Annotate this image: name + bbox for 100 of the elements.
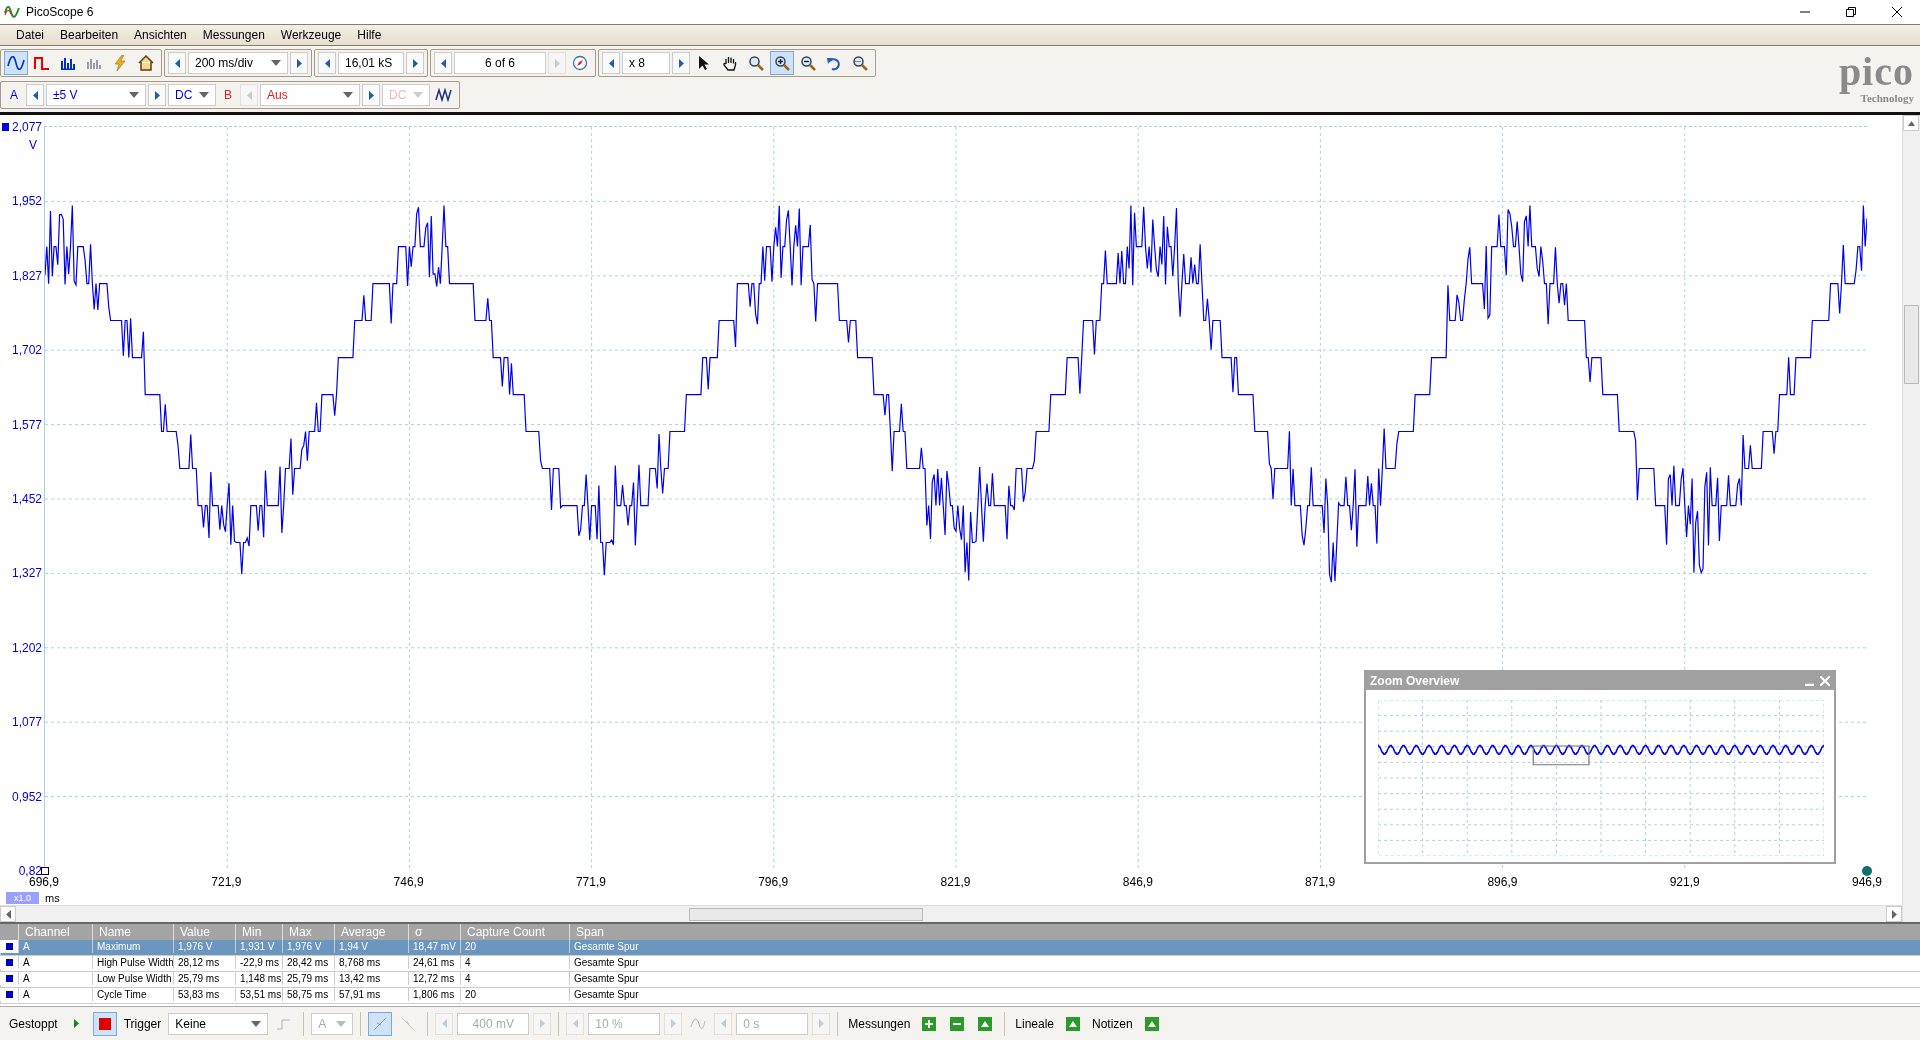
menu-item[interactable]: Messungen xyxy=(194,28,273,42)
x-axis-label: 896,9 xyxy=(1487,875,1518,889)
previous-button[interactable] xyxy=(168,52,186,74)
x-axis-label: 746,9 xyxy=(393,875,424,889)
table-cell: A xyxy=(18,956,92,969)
left-arrow-icon xyxy=(439,58,447,68)
x-axis-label: 871,9 xyxy=(1305,875,1336,889)
axis-marker-icon xyxy=(41,867,49,875)
table-cell: High Pulse Width xyxy=(92,956,173,969)
previous-button[interactable] xyxy=(602,52,620,74)
rulers-label: Lineale xyxy=(1014,1016,1056,1031)
dropdown-caret-icon xyxy=(199,92,209,98)
right-arrow-icon xyxy=(553,58,561,68)
right-arrow-icon xyxy=(538,1019,546,1028)
x-axis-label: 796,9 xyxy=(758,875,789,889)
rising-edge-icon[interactable] xyxy=(368,1011,393,1036)
next-button[interactable] xyxy=(362,84,380,106)
dropdown-caret-icon xyxy=(251,1020,262,1027)
window-title: PicoScope 6 xyxy=(26,5,94,19)
table-cell: Gesamte Spur xyxy=(569,972,1920,985)
right-arrow-icon xyxy=(367,90,375,100)
right-arrow-icon xyxy=(677,58,685,68)
zoom-factor-field[interactable]: x 8 xyxy=(622,52,670,74)
vertical-scrollbar[interactable] xyxy=(1902,115,1920,922)
run-state-label: Gestoppt xyxy=(8,1016,59,1031)
table-cell: Gesamte Spur xyxy=(569,988,1920,1001)
y-axis-label: 1,327 xyxy=(11,566,42,581)
table-cell: -22,9 ms xyxy=(235,956,282,969)
ruler-marker-icon xyxy=(1862,866,1872,876)
previous-button[interactable] xyxy=(318,52,336,74)
measurement-row[interactable]: A High Pulse Width 28,12 ms -22,9 ms 28,42 ms 8,768 ms 24,61 ms 4 Gesamte Spur xyxy=(0,956,1920,972)
next-button[interactable] xyxy=(672,52,690,74)
left-arrow-icon xyxy=(571,1019,579,1028)
menu-item[interactable]: Werkzeuge xyxy=(272,28,350,42)
y-axis-label: 0,82 xyxy=(18,864,42,878)
scrollbar-thumb[interactable] xyxy=(1904,305,1919,385)
table-cell: Maximum xyxy=(92,940,173,953)
next-button[interactable] xyxy=(148,84,166,106)
dropdown-caret-icon xyxy=(343,92,353,98)
next-button[interactable] xyxy=(406,52,424,74)
trigger-mode-dropdown[interactable]: Keine xyxy=(168,1012,269,1035)
table-cell: 28,12 ms xyxy=(173,956,235,969)
previous-button[interactable] xyxy=(434,52,452,74)
table-cell: 20 xyxy=(460,988,569,1001)
logo-text: pico xyxy=(1838,52,1914,92)
y-axis-unit: V xyxy=(29,138,37,152)
logo-subtitle: Technology xyxy=(1860,92,1914,104)
zoom-in-icon[interactable] xyxy=(770,51,794,75)
buffer-field[interactable]: 6 of 6 xyxy=(454,52,546,74)
right-arrow-icon xyxy=(295,58,303,68)
x-axis-label: 946,9 xyxy=(1852,875,1882,889)
x-axis-label: 721,9 xyxy=(211,875,242,889)
channel-button[interactable]: A xyxy=(4,83,24,107)
table-cell: 8,768 ms xyxy=(334,956,408,969)
table-cell: 28,42 ms xyxy=(282,956,334,969)
waveform-icon[interactable] xyxy=(4,51,28,75)
range-dropdown[interactable]: Aus xyxy=(260,84,360,106)
table-cell: 1,976 V xyxy=(282,940,334,953)
left-arrow-icon xyxy=(31,90,39,100)
notes-label: Notizen xyxy=(1091,1016,1134,1031)
next-button[interactable] xyxy=(290,52,308,74)
y-axis-label: 0,952 xyxy=(11,789,42,804)
menu-item[interactable]: Bearbeiten xyxy=(52,28,127,42)
table-cell: 53,83 ms xyxy=(173,988,235,1001)
channel-marker-icon xyxy=(2,123,9,131)
channel-button[interactable]: B xyxy=(218,83,238,107)
range-dropdown[interactable]: ±5 V xyxy=(46,84,146,106)
restore-icon[interactable] xyxy=(1846,7,1856,17)
menu-item[interactable]: Datei xyxy=(8,28,52,42)
measurement-row[interactable]: A Cycle Time 53,83 ms 53,51 ms 58,75 ms 57,91 ms 1,806 ms 20 Gesamte Spur xyxy=(0,988,1920,1004)
right-arrow-icon xyxy=(1890,909,1898,919)
channel-color-icon xyxy=(5,943,13,950)
coupling-dropdown[interactable]: DC xyxy=(168,84,216,106)
right-arrow-icon xyxy=(153,90,161,100)
stop-button[interactable] xyxy=(92,1011,117,1036)
measurement-row[interactable]: A Maximum 1,976 V 1,931 V 1,976 V 1,94 V 18,47 mV 20 Gesamte Spur xyxy=(0,940,1920,956)
dropdown-caret-icon xyxy=(129,92,139,98)
scrollbar-thumb[interactable] xyxy=(689,907,923,921)
table-cell: 1,976 V xyxy=(173,940,235,953)
play-icon xyxy=(73,1019,81,1028)
previous-button[interactable] xyxy=(26,84,44,106)
menu-item[interactable]: Hilfe xyxy=(349,28,390,42)
close-icon[interactable] xyxy=(1892,7,1902,17)
measurement-row[interactable]: A Low Pulse Width 25,79 ms 1,148 ms 25,79 ms 13,42 ms 12,72 ms 4 Gesamte Spur xyxy=(0,972,1920,988)
channel-color-icon xyxy=(5,959,13,966)
table-cell: 25,79 ms xyxy=(173,972,235,985)
table-cell: Gesamte Spur xyxy=(569,956,1920,969)
menu-item[interactable]: Ansichten xyxy=(126,28,195,42)
panel-title: Zoom Overview xyxy=(1370,674,1460,688)
sample-count-field[interactable]: 16,01 kS xyxy=(338,52,404,74)
y-axis-label: 2,077 xyxy=(11,120,42,134)
table-cell: A xyxy=(18,972,92,985)
y-axis-label: 1,452 xyxy=(11,492,42,506)
left-arrow-icon xyxy=(440,1019,448,1028)
table-cell: 25,79 ms xyxy=(282,972,334,985)
y-axis-label: 1,077 xyxy=(11,715,42,730)
table-cell: A xyxy=(18,940,92,953)
horizontal-scrollbar[interactable] xyxy=(0,905,1902,922)
timebase-dropdown[interactable]: 200 ms/div xyxy=(188,52,288,74)
table-cell: 1,94 V xyxy=(334,940,408,953)
